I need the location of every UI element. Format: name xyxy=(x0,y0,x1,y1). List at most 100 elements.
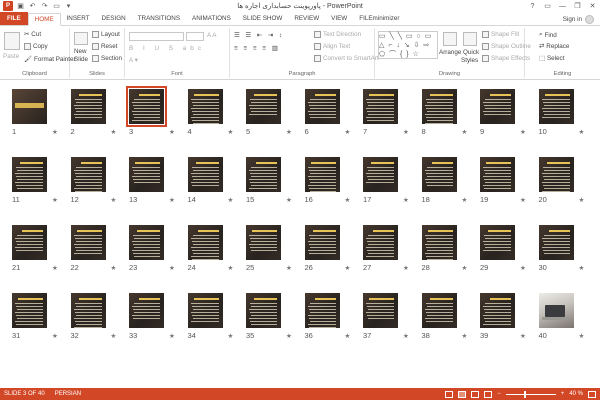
shape-outline-button[interactable]: Shape Outline xyxy=(482,43,531,50)
slide-transition-icon[interactable]: ★ xyxy=(52,264,58,272)
slide-transition-icon[interactable]: ★ xyxy=(228,196,234,204)
customize-qat-icon[interactable]: ▾ xyxy=(64,2,73,11)
slide-thumbnail[interactable] xyxy=(363,225,398,260)
new-slide-button[interactable]: New xyxy=(74,48,87,55)
font-family-select[interactable] xyxy=(129,32,184,41)
sign-in[interactable]: Sign in xyxy=(563,15,594,24)
slide-transition-icon[interactable]: ★ xyxy=(228,264,234,272)
paste-icon[interactable] xyxy=(4,32,20,50)
slide-thumbnail[interactable] xyxy=(480,293,515,328)
tab-review[interactable]: REVIEW xyxy=(288,12,325,25)
slide-thumbnail[interactable] xyxy=(538,293,574,328)
tab-slide-show[interactable]: SLIDE SHOW xyxy=(237,12,289,25)
slide-transition-icon[interactable]: ★ xyxy=(520,128,526,136)
slide-thumbnail[interactable] xyxy=(126,86,167,127)
slide-thumbnail[interactable] xyxy=(421,225,457,260)
save-icon[interactable]: ▣ xyxy=(16,2,25,11)
slide-transition-icon[interactable]: ★ xyxy=(403,128,409,136)
slide-transition-icon[interactable]: ★ xyxy=(579,196,585,204)
redo-icon[interactable]: ↷ xyxy=(40,2,49,11)
tab-view[interactable]: VIEW xyxy=(325,12,353,25)
slide-transition-icon[interactable]: ★ xyxy=(579,332,585,340)
zoom-level[interactable]: 40 % xyxy=(569,391,583,397)
slide-transition-icon[interactable]: ★ xyxy=(462,128,468,136)
slide-thumbnail[interactable] xyxy=(187,293,223,328)
slide-thumbnail[interactable] xyxy=(12,157,47,192)
paste-button[interactable]: Paste xyxy=(3,53,19,60)
slide-transition-icon[interactable]: ★ xyxy=(462,196,468,204)
slide-thumbnail[interactable] xyxy=(538,157,574,192)
font-format-buttons[interactable]: B I U S abc xyxy=(129,45,205,52)
slide-thumbnail[interactable] xyxy=(129,157,164,192)
slide-transition-icon[interactable]: ★ xyxy=(345,128,351,136)
slide-transition-icon[interactable]: ★ xyxy=(286,128,292,136)
tab-home[interactable]: HOME xyxy=(27,13,61,26)
zoom-slider-knob[interactable] xyxy=(523,390,526,398)
slide-transition-icon[interactable]: ★ xyxy=(111,128,117,136)
slide-transition-icon[interactable]: ★ xyxy=(111,264,117,272)
slide-thumbnail[interactable] xyxy=(480,157,515,192)
align-text-button[interactable]: Align Text xyxy=(314,43,350,50)
slide-transition-icon[interactable]: ★ xyxy=(403,196,409,204)
grow-font-icon[interactable]: A A xyxy=(207,32,216,39)
slide-thumbnail[interactable] xyxy=(538,225,574,260)
slide-thumbnail[interactable] xyxy=(538,89,574,124)
slide-thumbnail[interactable] xyxy=(187,89,223,124)
slide-transition-icon[interactable]: ★ xyxy=(111,332,117,340)
slide-thumbnail[interactable] xyxy=(129,293,164,328)
tab-design[interactable]: DESIGN xyxy=(96,12,132,25)
slide-thumbnail[interactable] xyxy=(187,157,223,192)
slide-transition-icon[interactable]: ★ xyxy=(52,196,58,204)
slide-transition-icon[interactable]: ★ xyxy=(403,264,409,272)
slide-transition-icon[interactable]: ★ xyxy=(520,196,526,204)
text-direction-button[interactable]: Text Direction xyxy=(314,31,361,38)
tab-transitions[interactable]: TRANSITIONS xyxy=(132,12,186,25)
slide-thumbnail[interactable] xyxy=(12,293,47,328)
minimize-button[interactable]: — xyxy=(555,0,570,12)
slide-thumbnail[interactable] xyxy=(363,293,398,328)
slide-thumbnail[interactable] xyxy=(304,225,340,260)
slide-transition-icon[interactable]: ★ xyxy=(52,332,58,340)
restore-button[interactable]: ❐ xyxy=(570,0,585,12)
list-buttons[interactable]: ☰ ☰ ⇤ ⇥ ↕ xyxy=(234,32,284,39)
slide-transition-icon[interactable]: ★ xyxy=(169,332,175,340)
undo-icon[interactable]: ↶ xyxy=(28,2,37,11)
slide-thumbnail[interactable] xyxy=(421,157,457,192)
slide-thumbnail[interactable] xyxy=(187,225,223,260)
layout-button[interactable]: Layout xyxy=(92,31,120,38)
align-buttons[interactable]: ≡ ≡ ≡ ≡ ▥ xyxy=(234,45,280,52)
tab-animations[interactable]: ANIMATIONS xyxy=(186,12,237,25)
language-indicator[interactable]: PERSIAN xyxy=(55,391,81,397)
arrange-button[interactable]: Arrange xyxy=(439,49,461,56)
slide-transition-icon[interactable]: ★ xyxy=(169,128,175,136)
fit-slide-icon[interactable] xyxy=(588,390,596,398)
replace-button[interactable]: ⇄ Replace xyxy=(539,43,569,50)
ribbon-display-button[interactable]: ▭ xyxy=(540,0,555,12)
slide-thumbnail[interactable] xyxy=(304,293,340,328)
slide-thumbnail[interactable] xyxy=(421,89,457,124)
zoom-out-button[interactable]: − xyxy=(497,391,501,397)
tab-insert[interactable]: INSERT xyxy=(61,12,96,25)
tab-file[interactable]: FILE xyxy=(0,12,28,25)
shape-effects-button[interactable]: Shape Effects xyxy=(482,55,530,62)
arrange-icon[interactable] xyxy=(443,32,457,46)
slide-thumbnail[interactable] xyxy=(246,293,281,328)
font-size-select[interactable] xyxy=(186,32,204,41)
slide-transition-icon[interactable]: ★ xyxy=(228,128,234,136)
cut-button[interactable]: ✂ Cut xyxy=(24,31,41,38)
tab-fileminimizer[interactable]: FILEminimizer xyxy=(353,12,405,25)
slide-thumbnail[interactable] xyxy=(363,89,398,124)
slide-transition-icon[interactable]: ★ xyxy=(52,128,58,136)
slide-transition-icon[interactable]: ★ xyxy=(286,196,292,204)
slide-transition-icon[interactable]: ★ xyxy=(462,264,468,272)
slide-sorter-view-icon[interactable] xyxy=(458,390,467,398)
slide-thumbnail[interactable] xyxy=(70,157,106,192)
slide-transition-icon[interactable]: ★ xyxy=(111,196,117,204)
new-slide-icon[interactable] xyxy=(74,32,88,45)
slide-thumbnail[interactable] xyxy=(129,225,164,260)
close-button[interactable]: ✕ xyxy=(585,0,600,12)
slide-thumbnail[interactable] xyxy=(304,157,340,192)
slideshow-start-icon[interactable]: ▭ xyxy=(52,2,61,11)
find-button[interactable]: ⌕ Find xyxy=(539,31,557,39)
font-color-icon[interactable]: A ▾ xyxy=(129,57,138,64)
